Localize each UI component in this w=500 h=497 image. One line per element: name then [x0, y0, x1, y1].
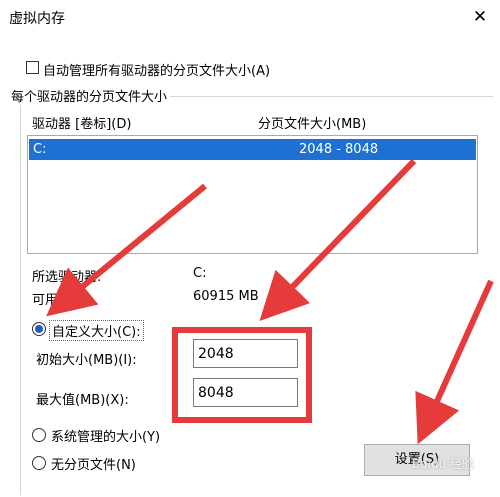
annotation-arrow-2: [259, 158, 417, 321]
annotation-arrows: [46, 158, 494, 445]
annotation-arrow-3: [415, 279, 494, 445]
annotation-arrow-1: [46, 183, 207, 317]
